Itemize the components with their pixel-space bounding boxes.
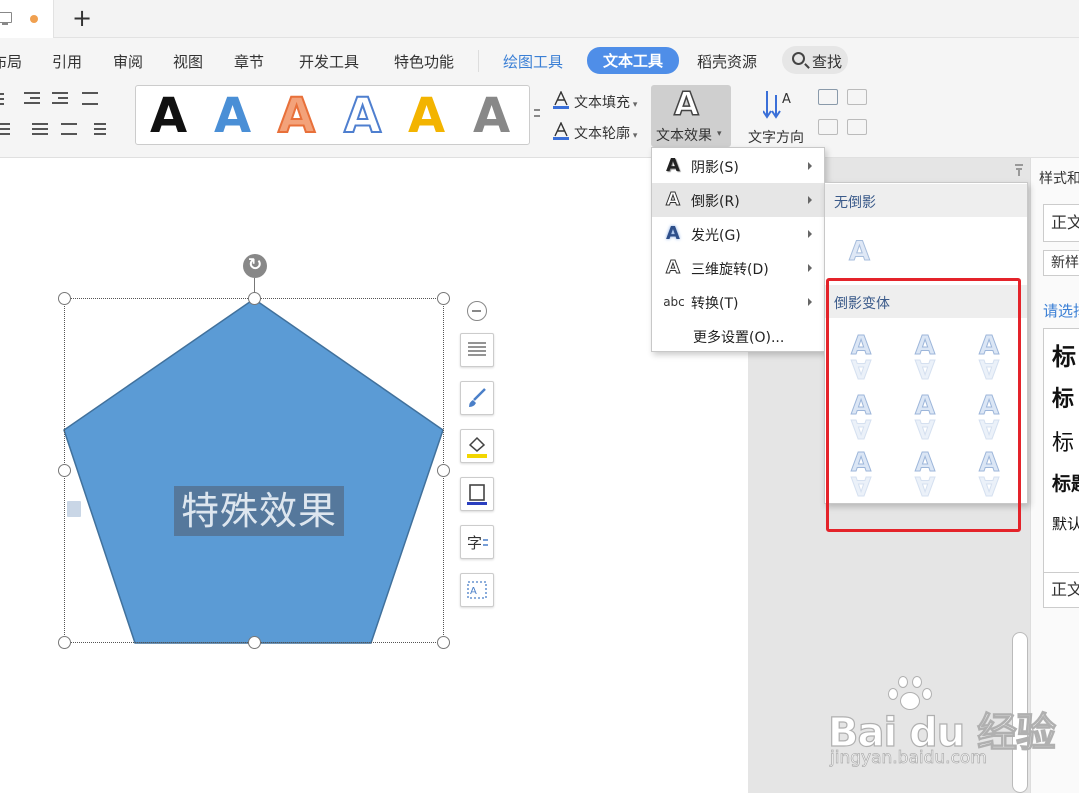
no-reflection-option[interactable]: A [849, 236, 871, 268]
submenu-arrow-icon [808, 264, 812, 272]
text-box-icon: A [467, 581, 487, 599]
layout-options-button[interactable] [460, 333, 494, 367]
watermark-sub: jingyan.baidu.com [830, 748, 988, 769]
svg-text:A: A [782, 92, 791, 107]
menu-glow[interactable]: A 发光(G) [652, 217, 824, 251]
submenu-arrow-icon [808, 298, 812, 306]
style-heading-2[interactable]: 标 [1052, 381, 1074, 413]
shape-text[interactable]: 特殊效果 [174, 486, 344, 536]
shadow-a-icon: A [666, 155, 680, 176]
no-reflection-heading: 无倒影 [825, 184, 1027, 217]
text-box-wrap-icon[interactable] [818, 119, 838, 135]
menu-transform[interactable]: abc 转换(T) [652, 285, 824, 319]
text-direction-button[interactable]: A 文字方向 [745, 87, 811, 147]
search-label: 查找 [812, 53, 843, 71]
styles-panel: 样式和 正文 新样 请选择 标 标 标 标题 默认 正文 [1030, 158, 1079, 793]
brush-button[interactable] [460, 381, 494, 415]
svg-text:字: 字 [467, 534, 482, 552]
styles-panel-title: 样式和 [1039, 171, 1079, 187]
text-box-align-icon[interactable] [818, 89, 838, 105]
resize-handle-se[interactable] [437, 636, 450, 649]
baidu-watermark: Bai du 经验 jingyan.baidu.com [827, 676, 1057, 780]
current-style-field[interactable]: 正文 [1043, 572, 1079, 608]
text-box-button[interactable]: A [460, 573, 494, 607]
paint-bucket-icon [467, 436, 487, 458]
menu-more-settings[interactable]: 更多设置(O)... [652, 319, 824, 353]
glow-a-icon: A [666, 223, 680, 244]
reflection-a-icon: A [666, 189, 681, 210]
menu-reflection[interactable]: A 倒影(R) [652, 183, 824, 217]
pin-icon[interactable] [1013, 162, 1025, 176]
rotate-handle-icon[interactable]: ↻ [243, 254, 267, 278]
abc-transform-icon: abc [663, 295, 685, 309]
3d-rotation-a-icon: A [666, 257, 681, 278]
layout-icon [468, 342, 486, 356]
shape-selection-box [64, 298, 444, 643]
text-box-margin-icon[interactable] [847, 119, 867, 135]
outline-button[interactable] [460, 477, 494, 511]
resize-handle-e[interactable] [437, 464, 450, 477]
character-button[interactable]: 字 [460, 525, 494, 559]
resize-handle-sw[interactable] [58, 636, 71, 649]
style-list: 标 标 标 标题 默认 [1043, 328, 1079, 578]
style-heading-4[interactable]: 标题 [1052, 469, 1079, 496]
resize-handle-n[interactable] [248, 292, 261, 305]
new-style-button[interactable]: 新样 [1043, 250, 1079, 276]
menu-3d-rotation[interactable]: A 三维旋转(D) [652, 251, 824, 285]
text-direction-icon: A [763, 91, 791, 119]
text-box-fit-icon[interactable] [847, 89, 867, 105]
resize-handle-nw[interactable] [58, 292, 71, 305]
outline-icon [467, 484, 487, 505]
menu-shadow[interactable]: A 阴影(S) [652, 149, 824, 183]
character-icon: 字 [467, 534, 488, 552]
resize-handle-w[interactable] [58, 464, 71, 477]
resize-handle-s[interactable] [248, 636, 261, 649]
search-icon [792, 52, 805, 65]
search-button[interactable]: 查找 [782, 46, 848, 74]
select-style-link[interactable]: 请选择 [1043, 300, 1079, 321]
svg-text:A: A [470, 586, 477, 597]
text-effects-menu: A 阴影(S) A 倒影(R) A 发光(G) A 三维旋转(D) abc 转换… [651, 147, 825, 352]
resize-handle-ne[interactable] [437, 292, 450, 305]
fill-button[interactable] [460, 429, 494, 463]
anchor-icon [67, 501, 81, 517]
current-style-box[interactable]: 正文 [1043, 204, 1079, 242]
style-default[interactable]: 默认 [1052, 513, 1079, 534]
brush-icon [469, 388, 486, 407]
submenu-arrow-icon [808, 230, 812, 238]
collapse-icon[interactable] [467, 301, 487, 321]
style-heading-1[interactable]: 标 [1052, 337, 1076, 372]
highlight-box [826, 278, 1021, 532]
submenu-arrow-icon [808, 196, 812, 204]
style-heading-3[interactable]: 标 [1052, 425, 1074, 457]
submenu-arrow-icon [808, 162, 812, 170]
